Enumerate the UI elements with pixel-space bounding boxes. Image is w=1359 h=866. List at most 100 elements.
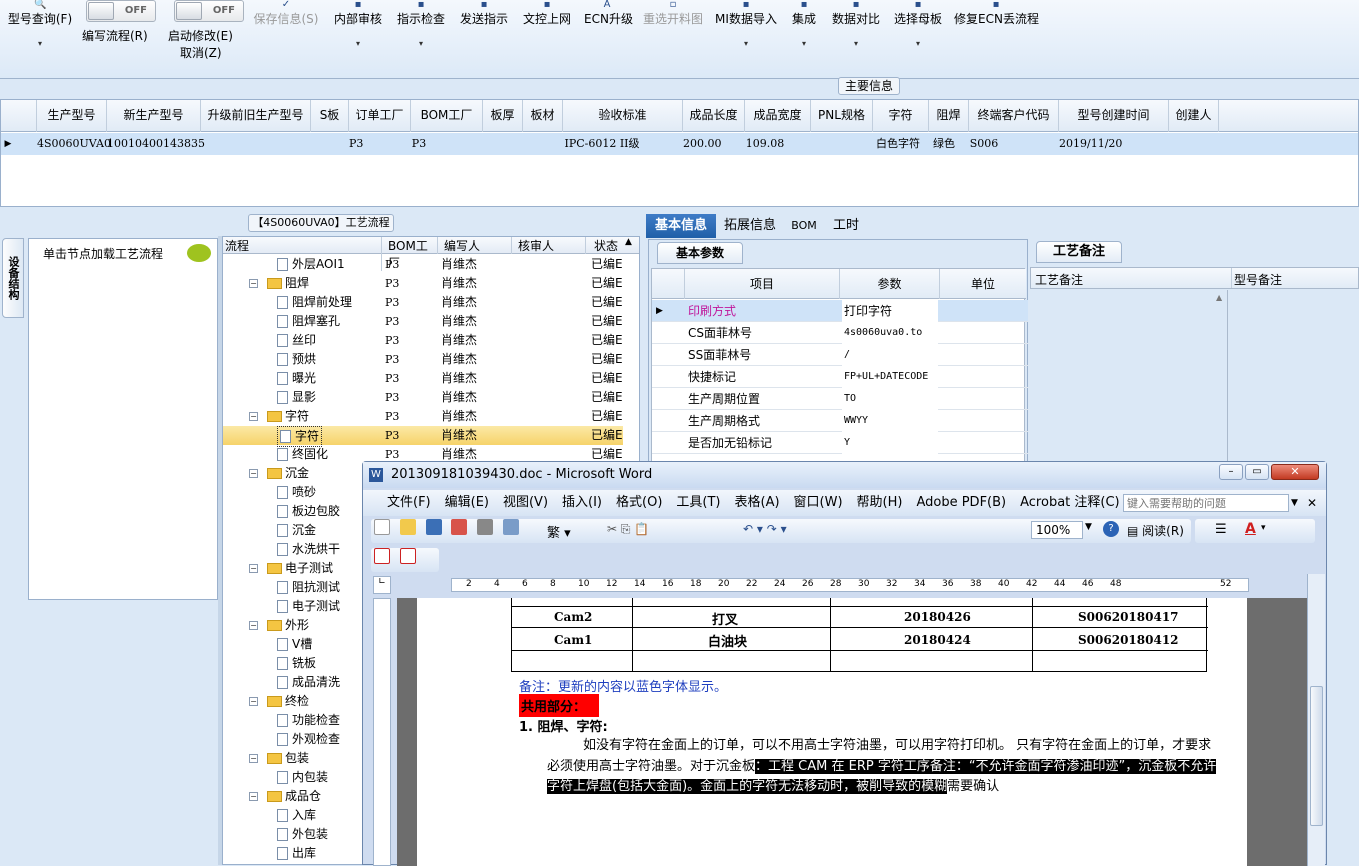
param-row[interactable]: 是否加无铅标记 Y (652, 432, 1028, 454)
data-compare-button[interactable]: ▪ 数据对比 ▾ (828, 0, 884, 48)
col-header[interactable]: 流程 (225, 237, 249, 254)
param-row[interactable]: 快捷标记 FP+UL+DATECODE (652, 366, 1028, 388)
permission-icon[interactable] (451, 519, 468, 535)
chevron-down-icon[interactable]: ▾ (828, 39, 884, 48)
param-row[interactable]: 生产周期位置 TO (652, 388, 1028, 410)
col-header[interactable]: 型号备注 (1231, 268, 1282, 288)
col-header[interactable]: 状态 (585, 237, 625, 254)
help-icon[interactable]: ? (1103, 521, 1119, 537)
collapse-icon[interactable]: − (249, 564, 258, 573)
param-value[interactable]: 打印字符 (842, 300, 938, 322)
tab-stop-icon[interactable]: ∟ (373, 576, 391, 594)
flow-row[interactable]: 预烘 P3 肖维杰 已编E (223, 350, 623, 369)
col-header[interactable]: 板材 (523, 100, 563, 132)
param-row[interactable]: SS面菲林号 / (652, 344, 1028, 366)
scroll-thumb[interactable] (1310, 686, 1323, 826)
col-header[interactable]: PNL规格 (811, 100, 873, 132)
tab-hours[interactable]: 工时 (828, 214, 864, 238)
vertical-scrollbar[interactable] (1307, 574, 1325, 866)
instruction-check-button[interactable]: ▪ 指示检查 ▾ (394, 0, 448, 48)
param-row[interactable]: ▶ 印刷方式 打印字符 (652, 300, 1028, 322)
col-header[interactable]: 项目 (684, 269, 840, 299)
minimize-icon[interactable]: – (1219, 464, 1243, 480)
chevron-down-icon[interactable]: ▾ (1261, 523, 1266, 533)
flow-row[interactable]: 字符 P3 肖维杰 已编E (223, 426, 623, 447)
param-value[interactable]: 4s0060uva0.to (842, 322, 938, 344)
col-header[interactable]: 订单工厂 (349, 100, 411, 132)
col-header[interactable]: 创建人 (1169, 100, 1219, 132)
cell[interactable]: 109.08 (745, 133, 785, 155)
col-header[interactable]: 终端客户代码 (969, 100, 1059, 132)
chevron-down-icon[interactable]: ▾ (4, 39, 76, 48)
col-header[interactable]: S板 (311, 100, 349, 132)
flow-row[interactable]: 外层AOI1 P3 肖维杰 已编E (223, 255, 623, 274)
col-header[interactable]: 升级前旧生产型号 (201, 100, 311, 132)
start-modify-toggle[interactable]: OFF (174, 0, 244, 22)
chevron-down-icon[interactable]: ▼ (1291, 490, 1298, 516)
flow-row[interactable]: 曝光 P3 肖维杰 已编E (223, 369, 623, 388)
collapse-icon[interactable]: − (249, 697, 258, 706)
param-row[interactable]: CS面菲林号 4s0060uva0.to (652, 322, 1028, 344)
cell[interactable]: IPC-6012 II级 (559, 133, 645, 155)
flow-row[interactable]: 显影 P3 肖维杰 已编E (223, 388, 623, 407)
chevron-down-icon[interactable]: ▾ (786, 39, 822, 48)
process-note-area[interactable] (1030, 290, 1228, 470)
col-header[interactable]: BOM工厂 (411, 100, 483, 132)
menu-view[interactable]: 视图(V) (503, 495, 548, 510)
align-icon[interactable]: ☰ (1215, 522, 1227, 537)
cell[interactable]: 10010400143835 (107, 133, 205, 155)
menu-adobe-pdf[interactable]: Adobe PDF(B) (916, 495, 1006, 510)
cut-copy-paste-icons[interactable]: ✂ ⎘ 📋 (607, 522, 649, 537)
close-doc-icon[interactable]: ✕ (1307, 490, 1317, 516)
internal-audit-button[interactable]: ▪ 内部审核 ▾ (332, 0, 384, 48)
col-header[interactable]: 阻焊 (929, 100, 969, 132)
chevron-down-icon[interactable]: ▾ (890, 39, 946, 48)
splitter[interactable] (218, 236, 222, 865)
chevron-down-icon[interactable]: ▾ (714, 39, 778, 48)
print-icon[interactable] (477, 519, 494, 535)
save-icon[interactable] (425, 519, 442, 535)
col-header[interactable]: 单位 (940, 269, 1026, 299)
collapse-icon[interactable]: − (249, 792, 258, 801)
menu-window[interactable]: 窗口(W) (794, 495, 843, 510)
collapse-icon[interactable]: − (249, 621, 258, 630)
collapse-icon[interactable]: − (249, 279, 258, 288)
menu-edit[interactable]: 编辑(E) (445, 495, 489, 510)
menu-insert[interactable]: 插入(I) (562, 495, 602, 510)
cell[interactable]: 4S0060UVA0 (37, 133, 111, 155)
param-value[interactable]: FP+UL+DATECODE (842, 366, 938, 388)
param-value[interactable]: Y (842, 432, 938, 454)
scroll-up-icon[interactable]: ▲ (625, 237, 632, 247)
chevron-down-icon[interactable]: ▼ (1085, 522, 1092, 532)
col-header[interactable]: 核审人 (511, 237, 585, 254)
chevron-down-icon[interactable]: ▾ (394, 39, 448, 48)
horizontal-ruler[interactable]: 2 4 6 8 10 12 14 16 18 20 22 24 26 28 30 32 34 36 38 40 42 44… (451, 578, 1249, 592)
cell[interactable]: 绿色 (929, 133, 959, 155)
vertical-ruler[interactable] (373, 598, 391, 866)
table-row[interactable]: ▶ 4S0060UVA0 10010400143835 P3 P3 IPC-60… (1, 133, 1358, 155)
document-page[interactable]: Cam2 打叉 20180426 S00620180417 Cam1 白油块 2… (417, 598, 1247, 866)
cell[interactable]: P3 (349, 133, 363, 155)
menu-acrobat-comments[interactable]: Acrobat 注释(C) (1020, 495, 1120, 510)
col-header[interactable]: 型号创建时间 (1059, 100, 1169, 132)
col-header[interactable]: 新生产型号 (107, 100, 201, 132)
repair-ecn-button[interactable]: ▪ 修复ECN丢流程 (954, 0, 1039, 27)
write-flow-toggle[interactable]: OFF (86, 0, 156, 22)
col-header[interactable]: 字符 (873, 100, 929, 132)
param-value[interactable]: / (842, 344, 938, 366)
cell[interactable]: 白色字符 (873, 133, 923, 155)
print-preview-icon[interactable] (503, 519, 520, 535)
param-value[interactable]: WWYY (842, 410, 938, 432)
model-query-button[interactable]: 🔍 型号查询(F) ▾ (4, 0, 76, 48)
param-row[interactable]: 生产周期格式 WWYY (652, 410, 1028, 432)
cell[interactable]: P3 (411, 133, 427, 155)
mi-import-button[interactable]: ▪ MI数据导入 ▾ (714, 0, 778, 48)
collapse-icon[interactable]: − (249, 469, 258, 478)
scroll-up-icon[interactable]: ▲ (1216, 293, 1222, 302)
close-icon[interactable]: ✕ (1271, 464, 1319, 480)
chevron-down-icon[interactable]: ▾ (332, 39, 384, 48)
col-header[interactable]: 成品长度 (683, 100, 745, 132)
flow-row[interactable]: 丝印 P3 肖维杰 已编E (223, 331, 623, 350)
flow-row[interactable]: 阻焊塞孔 P3 肖维杰 已编E (223, 312, 623, 331)
doc-online-button[interactable]: ▪ 文控上网 (520, 0, 574, 27)
